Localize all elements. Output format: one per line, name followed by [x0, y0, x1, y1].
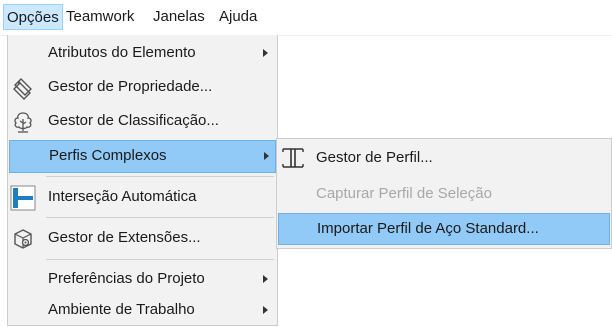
submenu-item-capture-selection-profile: Capturar Perfil de Seleção [277, 178, 611, 210]
options-dropdown-menu: Atributos do Elemento Gestor de Propried… [7, 35, 278, 326]
property-manager-icon [13, 78, 32, 100]
auto-intersection-icon [10, 185, 36, 211]
menu-janelas[interactable]: Janelas [153, 4, 205, 30]
submenu-item-profile-manager[interactable]: Gestor de Perfil... [277, 142, 611, 174]
submenu-arrow-icon [263, 49, 268, 57]
menu-separator [46, 217, 274, 218]
menu-item-element-attributes[interactable]: Atributos do Elemento [8, 37, 277, 70]
menu-item-label: Atributos do Elemento [48, 44, 196, 61]
submenu-arrow-icon [263, 275, 268, 283]
menu-ajuda[interactable]: Ajuda [219, 4, 257, 30]
menu-opcoes[interactable]: Opções [3, 4, 63, 30]
submenu-arrow-icon [263, 306, 268, 314]
submenu-item-label: Capturar Perfil de Seleção [316, 185, 492, 202]
classification-manager-icon [14, 112, 32, 133]
menu-item-label: Ambiente de Trabalho [48, 301, 195, 318]
submenu-item-import-steel-profile[interactable]: Importar Perfil de Aço Standard... [278, 213, 610, 245]
menu-item-extension-manager[interactable]: Gestor de Extensões... [8, 222, 277, 255]
menu-item-label: Gestor de Propriedade... [48, 78, 213, 95]
menu-separator [46, 176, 274, 177]
menu-item-complex-profiles[interactable]: Perfis Complexos [9, 140, 276, 173]
extension-manager-icon [14, 229, 32, 249]
menu-item-auto-intersection[interactable]: Interseção Automática [8, 181, 277, 214]
menu-item-label: Interseção Automática [48, 188, 197, 205]
menu-teamwork[interactable]: Teamwork [66, 4, 134, 30]
menu-item-classification-manager[interactable]: Gestor de Classificação... [8, 105, 277, 138]
profile-manager-icon [282, 148, 304, 168]
menu-item-label: Preferências do Projeto [48, 270, 205, 287]
menu-item-label: Gestor de Extensões... [48, 229, 201, 246]
submenu-item-label: Gestor de Perfil... [316, 149, 433, 166]
menu-item-work-environment[interactable]: Ambiente de Trabalho [8, 294, 277, 327]
submenu-arrow-icon [264, 152, 269, 160]
menu-item-label: Perfis Complexos [49, 147, 167, 164]
menu-item-project-preferences[interactable]: Preferências do Projeto [8, 263, 277, 296]
complex-profiles-submenu: Gestor de Perfil... Capturar Perfil de S… [276, 138, 612, 249]
menu-item-label: Gestor de Classificação... [48, 112, 219, 129]
menu-separator [46, 259, 274, 260]
submenu-item-label: Importar Perfil de Aço Standard... [317, 220, 539, 237]
menu-item-property-manager[interactable]: Gestor de Propriedade... [8, 71, 277, 104]
menu-bar: Opções Teamwork Janelas Ajuda [0, 0, 612, 36]
